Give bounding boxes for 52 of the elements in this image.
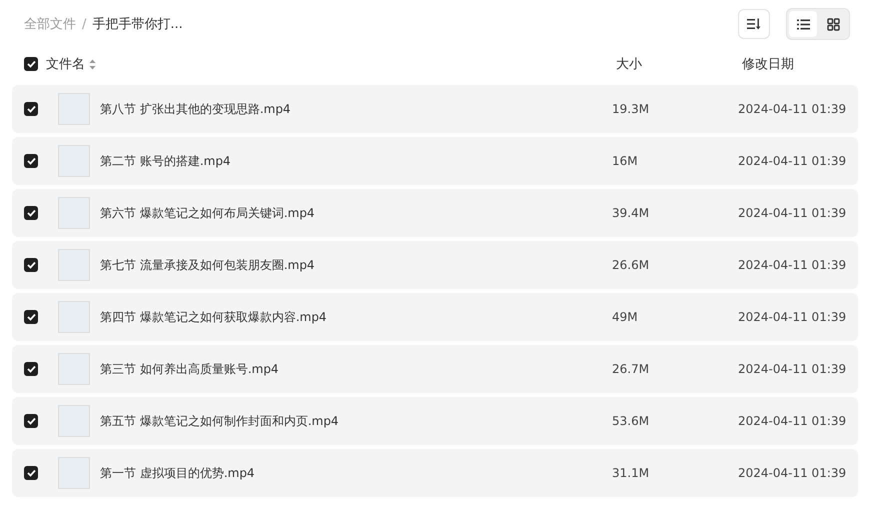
- list-view-button[interactable]: [789, 11, 817, 37]
- file-size: 16M: [612, 154, 639, 168]
- sort-icon: [747, 18, 761, 30]
- file-name[interactable]: 第八节 扩张出其他的变现思路.mp4: [100, 100, 612, 118]
- file-name[interactable]: 第六节 爆款笔记之如何布局关键词.mp4: [100, 204, 612, 222]
- file-size: 19.3M: [612, 102, 650, 116]
- breadcrumb-item[interactable]: 手把手带你打...: [92, 15, 183, 33]
- modified-date: 2024-04-11 01:39: [738, 414, 848, 428]
- file-row[interactable]: 第八节 扩张出其他的变现思路.mp4 19.3M 2024-04-11 01:39: [12, 85, 858, 133]
- file-row[interactable]: 第二节 账号的搭建.mp4 16M 2024-04-11 01:39: [12, 137, 858, 185]
- file-size: 26.6M: [612, 258, 650, 272]
- checkbox[interactable]: [24, 466, 38, 480]
- sort-button[interactable]: [738, 9, 770, 39]
- modified-date: 2024-04-11 01:39: [738, 102, 848, 116]
- file-name[interactable]: 第四节 爆款笔记之如何获取爆款内容.mp4: [100, 308, 612, 326]
- file-size: 26.7M: [612, 362, 650, 376]
- modified-date: 2024-04-11 01:39: [738, 310, 848, 324]
- file-name[interactable]: 第一节 虚拟项目的优势.mp4: [100, 464, 612, 482]
- file-row[interactable]: 第六节 爆款笔记之如何布局关键词.mp4 39.4M 2024-04-11 01:39: [12, 189, 858, 237]
- file-name[interactable]: 第三节 如何养出高质量账号.mp4: [100, 360, 612, 378]
- checkbox[interactable]: [24, 258, 38, 272]
- modified-date: 2024-04-11 01:39: [738, 258, 848, 272]
- modified-date: 2024-04-11 01:39: [738, 206, 848, 220]
- file-row[interactable]: 第四节 爆款笔记之如何获取爆款内容.mp4 49M 2024-04-11 01:39: [12, 293, 858, 341]
- file-size: 31.1M: [612, 466, 650, 480]
- column-header: 大小: [616, 56, 643, 73]
- column-header: 修改日期: [742, 56, 795, 73]
- checkbox[interactable]: [24, 206, 38, 220]
- file-row[interactable]: 第七节 流量承接及如何包装朋友圈.mp4 26.6M 2024-04-11 01:39: [12, 241, 858, 289]
- file-row[interactable]: 第五节 爆款笔记之如何制作封面和内页.mp4 53.6M 2024-04-11 01:39: [12, 397, 858, 445]
- checkbox[interactable]: [24, 414, 38, 428]
- file-size: 39.4M: [612, 206, 650, 220]
- checkbox[interactable]: [24, 362, 38, 376]
- breadcrumb-separator: /: [82, 16, 86, 32]
- sort-arrows-icon[interactable]: [89, 58, 96, 70]
- column-header[interactable]: 文件名: [46, 55, 85, 73]
- modified-date: 2024-04-11 01:39: [738, 362, 848, 376]
- checkbox[interactable]: [24, 310, 38, 324]
- file-name[interactable]: 第七节 流量承接及如何包装朋友圈.mp4: [100, 256, 612, 274]
- file-row[interactable]: 第三节 如何养出高质量账号.mp4 26.7M 2024-04-11 01:39: [12, 345, 858, 393]
- checkbox[interactable]: [24, 102, 38, 116]
- grid-icon: [826, 18, 840, 30]
- file-name[interactable]: 第二节 账号的搭建.mp4: [100, 152, 612, 170]
- modified-date: 2024-04-11 01:39: [738, 154, 848, 168]
- file-name[interactable]: 第五节 爆款笔记之如何制作封面和内页.mp4: [100, 412, 612, 430]
- file-size: 49M: [612, 310, 639, 324]
- file-row[interactable]: 第一节 虚拟项目的优势.mp4 31.1M 2024-04-11 01:39: [12, 449, 858, 497]
- modified-date: 2024-04-11 01:39: [738, 466, 848, 480]
- checkbox[interactable]: [24, 154, 38, 168]
- checkbox[interactable]: [24, 57, 38, 71]
- file-size: 53.6M: [612, 414, 650, 428]
- list-icon: [796, 18, 810, 30]
